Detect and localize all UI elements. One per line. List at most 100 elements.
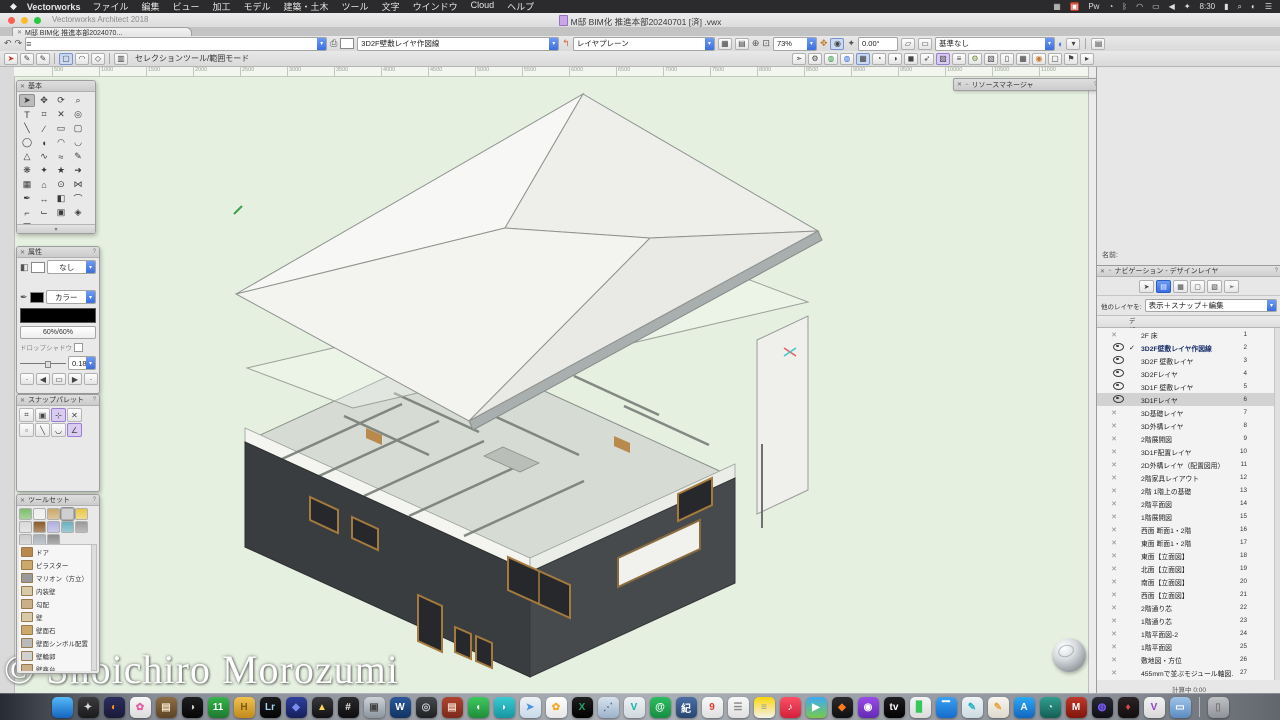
nav-sheet-layers-icon[interactable]: ▦ [1173,280,1188,293]
help-icon[interactable]: ? [1275,268,1278,274]
layer-color-swatch[interactable] [340,38,355,49]
dock-icon-notes[interactable]: ≡ [753,696,775,718]
layer-visibility-toggle[interactable]: ✕ [1099,487,1129,495]
pen-color-bar[interactable] [20,308,96,323]
layer-visibility-toggle[interactable]: ✕ [1099,643,1129,651]
pan-tool[interactable]: ✥ [36,94,52,107]
layer-visibility-toggle[interactable]: ✕ [1099,669,1129,677]
layer-row[interactable]: 3D1F 壁敷レイヤ 5 [1097,380,1275,393]
resource-manager-bar[interactable]: ✕ − リソースマネージャ ? [953,78,1101,91]
dock-icon-time-machine[interactable]: ◔ [1039,696,1061,718]
help-icon[interactable]: ? [93,249,96,255]
zoom-tool[interactable]: ⌕ [70,94,86,107]
layer-visibility-toggle[interactable]: ✕ [1099,500,1129,508]
layer-row[interactable]: ✕ 敷地図・方位 26 [1097,653,1275,666]
snap-grid[interactable]: ⌗ [19,408,34,422]
attr-next-button[interactable]: ▶ [68,373,82,385]
dock-icon-coin-app[interactable]: H [233,696,255,718]
pen-mode-icon[interactable]: ✎ [20,52,34,65]
layer-visibility-toggle[interactable] [1099,381,1129,392]
layer-row[interactable]: ✕ 1階展開図 15 [1097,510,1275,523]
layer-row[interactable]: ✕ 西面 断面1・2階 16 [1097,523,1275,536]
view-back-icon[interactable]: ↶ [4,38,12,49]
dock-icon-photos-card[interactable]: ✿ [129,696,151,718]
palette-close-icon[interactable]: ✕ [957,81,962,88]
accessibility-icon[interactable]: ✦ [1184,2,1191,11]
attr-first-button[interactable]: · [20,373,34,385]
render-sphere-blue-icon[interactable]: ◍ [840,52,854,65]
layer-row[interactable]: ✓ 3D2F壁敷レイヤ作図線 2 [1097,341,1275,354]
nav-design-layers-icon[interactable]: ▤ [1156,280,1171,293]
layer-row[interactable]: ✕ 南面【立面図】 20 [1097,575,1275,588]
layer-visibility-toggle[interactable] [1099,355,1129,366]
dock-icon-blue-cube-app[interactable]: ◆ [285,696,307,718]
dock-icon-kinokuniya[interactable]: 紀 [675,696,697,718]
layer-row[interactable]: 3D2F 壁敷レイヤ 3 [1097,354,1275,367]
rrect-tool[interactable]: ▢ [70,122,86,135]
menubar-item[interactable]: 編集 [141,0,159,13]
layer-row[interactable]: ✕ 2階通り芯 22 [1097,601,1275,614]
cat-dark[interactable] [75,521,88,533]
snap-point[interactable]: ⊹ [51,408,66,422]
layer-visibility-toggle[interactable]: ✕ [1099,513,1129,521]
snap-angle[interactable]: ∠ [67,423,82,437]
layer-visibility-toggle[interactable]: ✕ [1099,448,1129,456]
battery-icon[interactable]: ▮ [1224,2,1228,11]
layer-row[interactable]: ✕ 3D外構レイヤ 8 [1097,419,1275,432]
volume-icon[interactable]: ◀ [1169,2,1175,11]
drop-shadow-checkbox[interactable] [74,342,83,352]
dock-icon-lightroom[interactable]: Lr [259,696,281,718]
other-layers-combo[interactable]: 表示＋スナップ＋編集 ▾ [1144,299,1277,312]
dock-icon-calendar[interactable]: 9 [701,696,723,718]
palette-close-icon[interactable]: ✕ [20,249,25,256]
globe-menu-button[interactable]: ▾ [1066,37,1081,50]
toolset-titlebar[interactable]: ✕ ツールセット? [17,495,99,506]
toolset-tool[interactable]: 壁面石 [19,623,93,636]
reference-combo[interactable]: 基準なし ▾ [935,36,1056,51]
layer-row[interactable]: ✕ 西面【立面図】 21 [1097,588,1275,601]
freehand-tool[interactable]: ∿ [36,150,52,163]
layer-row[interactable]: ✕ 3D1F配置レイヤ 10 [1097,445,1275,458]
dock-icon-maps[interactable]: ➤ [519,696,541,718]
snap-intersection[interactable]: ✕ [67,408,82,422]
layer-row[interactable]: ✕ 2D外構レイヤ（配置図用） 11 [1097,458,1275,471]
palette-collapse-icon[interactable]: − [965,82,969,88]
render-sphere-green-icon[interactable]: ◍ [824,52,838,65]
snap-edge[interactable]: ╲ [35,423,50,437]
arrow-tool[interactable]: ➜ [70,164,86,177]
layer-row[interactable]: 3D1Fレイヤ 6 [1097,393,1275,406]
layer-row[interactable]: ✕ 455mmで並ぶモジュール軸図… 27 [1097,666,1275,679]
column-view-icon[interactable]: ▦ [856,52,870,65]
clock-status-icon[interactable]: ◔ [1108,2,1113,11]
palette-close-icon[interactable]: ✕ [20,397,25,404]
cat-yellow[interactable] [75,508,88,520]
cat-multi[interactable] [60,507,75,521]
text-tool[interactable]: T [19,108,35,121]
layer-row[interactable]: ✕ 2階平面図 14 [1097,497,1275,510]
dock-icon-pages[interactable]: ✎ [987,696,1009,718]
dock-icon-prism-app[interactable]: ▲ [311,696,333,718]
toolset-tool[interactable]: 壁龕台 [19,662,93,671]
class-combo[interactable]: ≡ ▾ [25,36,328,51]
dock-icon-organ-app[interactable]: ♦ [1117,696,1139,718]
pen-style-combo[interactable]: カラー ▾ [45,290,96,304]
pen-style-swatch[interactable] [29,291,44,303]
menubar-item[interactable]: ビュー [172,0,199,13]
line-tool[interactable]: ╲ [19,122,35,135]
line-thickness-slider[interactable] [20,360,66,368]
solid-cube-icon[interactable]: ◼ [904,52,918,65]
similar-tool[interactable]: ◎ [70,108,86,121]
layer-row[interactable]: ✕ 1階平面図 25 [1097,640,1275,653]
layer-visibility-toggle[interactable]: ✕ [1099,578,1129,586]
app-menu[interactable]: Vectorworks [27,2,81,12]
line-thickness-combo[interactable]: 0.18 ▾ [68,356,96,370]
dock-icon-apple-tv[interactable]: tv [883,696,905,718]
georeference-globe-icon[interactable]: ◐ [1058,39,1063,49]
cat-site[interactable] [47,508,60,520]
drawing-canvas[interactable] [14,76,1088,696]
layer-visibility-toggle[interactable]: ✕ [1099,630,1129,638]
layer-visibility-toggle[interactable]: ✕ [1099,552,1129,560]
dock-icon-excel-dark[interactable]: X [571,696,593,718]
help-icon[interactable]: ? [93,397,96,403]
red-app-status-icon[interactable]: ▣ [1069,2,1080,11]
